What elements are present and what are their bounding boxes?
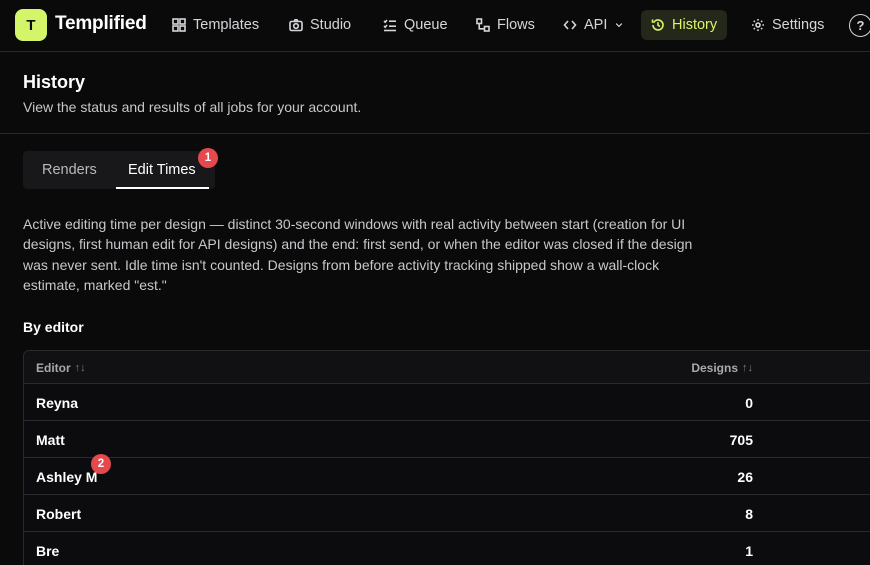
active-tab-indicator — [116, 187, 209, 189]
page-title: History — [23, 72, 86, 92]
section-heading-by-editor: By editor — [23, 319, 84, 335]
table-row[interactable]: Robert 8 — [24, 495, 870, 532]
editor-name: Robert — [36, 505, 82, 522]
nav-history[interactable]: History — [641, 10, 728, 40]
top-navigation-bar: T Templified Templates Studio Queue Flow… — [0, 0, 870, 52]
editor-name: Ashley M — [36, 468, 98, 485]
grid-icon — [172, 18, 186, 32]
edit-times-description: Active editing time per design — distinc… — [23, 216, 693, 293]
table-row[interactable]: Matt 705 — [24, 421, 870, 458]
design-count: 8 — [745, 505, 753, 522]
editor-name: Matt — [36, 431, 65, 448]
design-count: 1 — [745, 542, 753, 559]
nav-settings[interactable]: Settings — [741, 10, 834, 40]
editor-table: Editor ↑↓ Designs ↑↓ Reyna 0 Matt 705 As… — [23, 350, 870, 565]
nav-queue-label: Queue — [404, 17, 448, 33]
table-row[interactable]: Ashley M 26 — [24, 458, 870, 495]
nav-templates-label: Templates — [193, 17, 260, 33]
header-divider — [0, 133, 870, 134]
design-count: 0 — [745, 394, 753, 411]
annotation-badge-2: 2 — [91, 454, 111, 474]
sort-icon[interactable]: ↑↓ — [742, 362, 753, 374]
flow-icon — [476, 18, 490, 32]
column-header-designs-label: Designs — [691, 360, 738, 375]
nav-history-label: History — [672, 17, 718, 33]
nav-queue[interactable]: Queue — [373, 10, 458, 40]
column-header-editor-label: Editor — [36, 360, 71, 375]
nav-studio-label: Studio — [310, 17, 352, 33]
column-header-editor[interactable]: Editor ↑↓ — [36, 351, 86, 384]
page-subtitle: View the status and results of all jobs … — [23, 99, 362, 115]
gear-icon — [752, 19, 764, 31]
table-row[interactable]: Bre 1 — [24, 532, 870, 565]
nav-api-label: API — [584, 17, 608, 33]
tab-renders[interactable]: Renders — [42, 151, 97, 189]
table-header: Editor ↑↓ Designs ↑↓ — [24, 351, 870, 384]
code-icon — [563, 20, 577, 30]
nav-templates[interactable]: Templates — [162, 10, 269, 40]
help-icon[interactable]: ? — [849, 14, 870, 37]
editor-name: Bre — [36, 542, 60, 559]
nav-settings-label: Settings — [772, 17, 825, 33]
design-count: 26 — [737, 468, 753, 485]
editor-name: Reyna — [36, 394, 79, 411]
nav-studio[interactable]: Studio — [279, 10, 361, 40]
tab-edit-times[interactable]: Edit Times — [128, 151, 196, 189]
logo-mark[interactable]: T — [15, 9, 47, 41]
column-header-designs[interactable]: Designs ↑↓ — [691, 351, 753, 384]
checklist-icon — [383, 19, 396, 32]
design-count: 705 — [729, 431, 753, 448]
tab-bar: Renders Edit Times — [23, 151, 215, 189]
annotation-badge-1: 1 — [198, 148, 218, 168]
nav-api[interactable]: API — [553, 10, 634, 40]
history-icon — [651, 19, 664, 31]
chevron-down-icon — [616, 23, 623, 28]
sort-icon[interactable]: ↑↓ — [75, 362, 86, 374]
nav-flows[interactable]: Flows — [466, 10, 545, 40]
app-name[interactable]: Templified — [55, 13, 147, 35]
camera-icon — [289, 19, 303, 32]
table-row[interactable]: Reyna 0 — [24, 384, 870, 421]
nav-flows-label: Flows — [497, 17, 535, 33]
